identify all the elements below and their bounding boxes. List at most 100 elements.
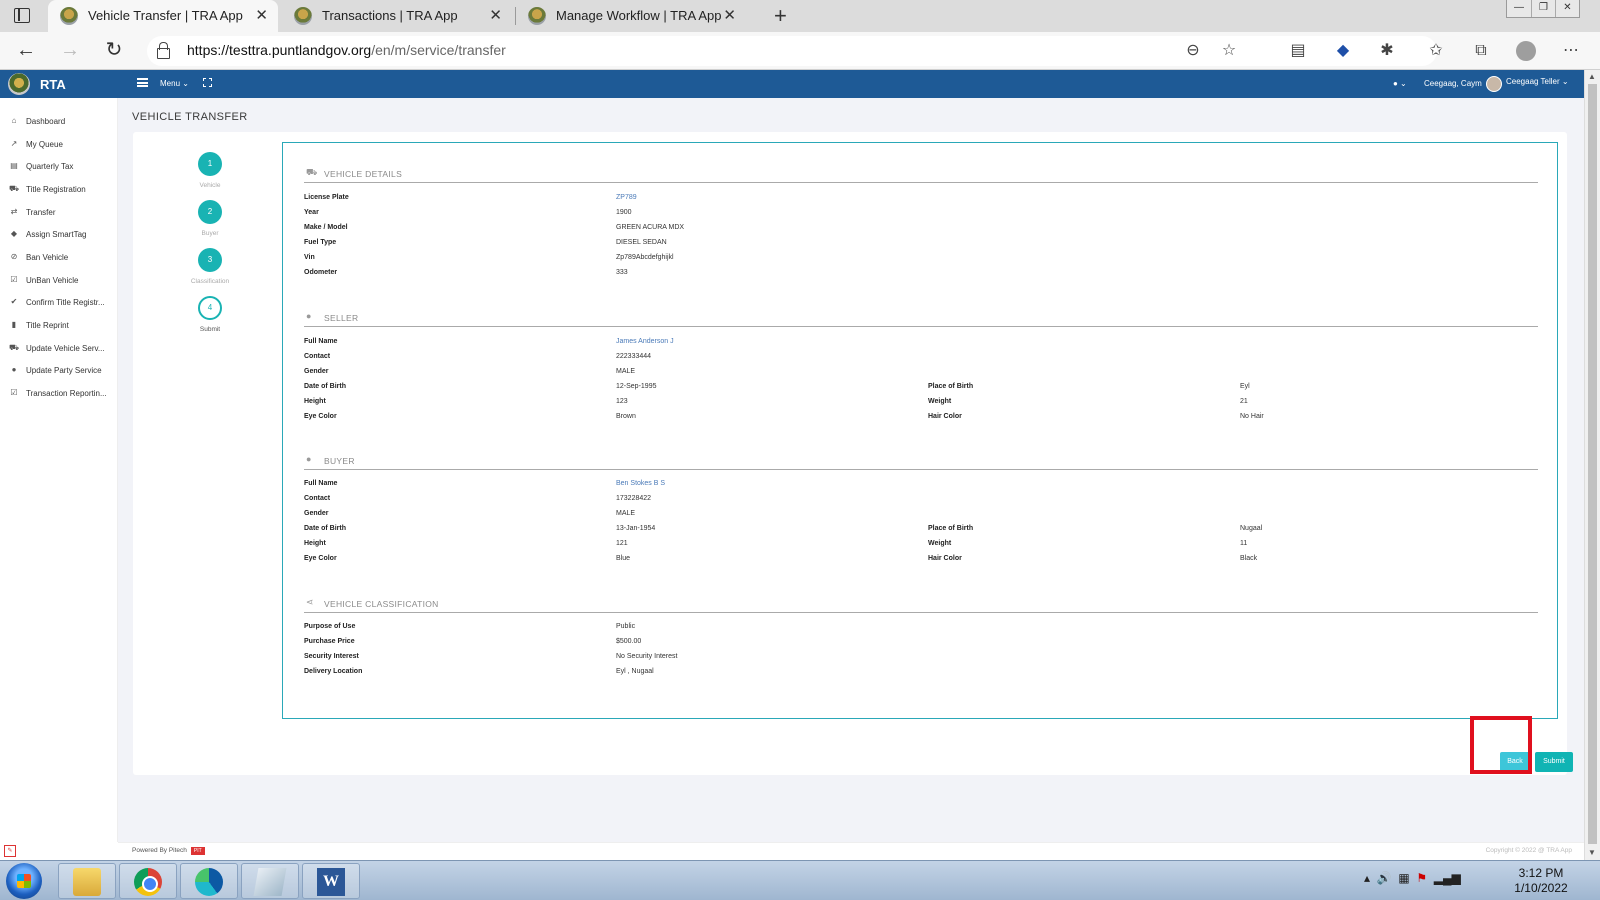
sidebar-item-update-party[interactable]: ● Update Party Service [0, 360, 118, 380]
table-icon: ▤ [10, 161, 18, 170]
buyer-row: Eye Color Blue Hair Color Black [304, 555, 1258, 562]
taskbar-notepad[interactable] [241, 863, 299, 899]
sidebar-item-my-queue[interactable]: ↗ My Queue [0, 134, 118, 154]
sidebar-item-title-reprint[interactable]: ▮ Title Reprint [0, 315, 118, 335]
favicon-icon [294, 7, 312, 25]
tab-vehicle-transfer[interactable]: Vehicle Transfer | TRA App ✕ [48, 0, 278, 32]
car-icon: ⛟ [9, 343, 20, 352]
trend-icon: ↗ [10, 139, 18, 148]
extensions-icon[interactable]: ✱ [1377, 41, 1397, 61]
close-window-icon[interactable]: ✕ [1555, 0, 1579, 17]
zoom-icon[interactable]: ⊖ [1183, 41, 1203, 61]
close-tab-icon[interactable]: ✕ [723, 6, 736, 24]
step-buyer[interactable]: 2 Buyer [195, 200, 225, 237]
user-avatar[interactable] [1486, 76, 1502, 92]
word-icon: W [317, 868, 345, 896]
extension-shield-icon[interactable]: ◆ [1333, 41, 1353, 61]
step-label: Submit [199, 326, 221, 333]
page-scrollbar[interactable]: ▲ ▼ [1584, 70, 1600, 860]
new-tab-icon[interactable]: + [774, 3, 787, 29]
sidebar-item-transaction-reporting[interactable]: ☑ Transaction Reportin... [0, 383, 118, 403]
tab-transactions[interactable]: Transactions | TRA App ✕ [282, 0, 512, 32]
summary-panel: ⛟ VEHICLE DETAILS License Plate ZP789 Yea… [282, 142, 1558, 719]
back-arrow-icon[interactable]: ← [14, 39, 38, 63]
minimize-icon[interactable]: — [1507, 0, 1531, 17]
collections-icon[interactable]: ▤ [1288, 41, 1308, 61]
menu-dropdown[interactable]: Menu ⌄ [160, 79, 189, 88]
taskbar-chrome[interactable] [119, 863, 177, 899]
sidebar-item-quarterly-tax[interactable]: ▤ Quarterly Tax [0, 156, 118, 176]
seller-row: Gender MALE [304, 368, 636, 375]
scroll-thumb[interactable] [1588, 84, 1597, 844]
license-plate-link[interactable]: ZP789 [616, 194, 637, 201]
sidebar-item-unban-vehicle[interactable]: ☑ UnBan Vehicle [0, 270, 118, 290]
tab-collections-icon[interactable]: ⧉ [1471, 41, 1491, 61]
taskbar-explorer[interactable] [58, 863, 116, 899]
reload-icon[interactable]: ↻ [102, 39, 126, 63]
feedback-icon[interactable]: ✎ [4, 845, 16, 857]
fullscreen-icon[interactable] [203, 78, 212, 87]
sidebar-item-dashboard[interactable]: ⌂ Dashboard [0, 111, 118, 131]
chrome-icon [134, 868, 162, 896]
taskbar-word[interactable]: W [302, 863, 360, 899]
sidebar-item-update-vehicle[interactable]: ⛟ Update Vehicle Serv... [0, 338, 118, 358]
scroll-down-icon[interactable]: ▼ [1588, 848, 1596, 857]
taskbar-edge[interactable] [180, 863, 238, 899]
buyer-header: ● BUYER [304, 452, 1538, 470]
start-button[interactable] [6, 863, 42, 899]
vehicle-row: Vin Zp789Abcdefghijkl [304, 254, 674, 261]
teller-dropdown[interactable]: Ceegaag Teller ⌄ [1506, 77, 1569, 86]
lock-icon[interactable] [157, 42, 170, 59]
step-vehicle[interactable]: 1 Vehicle [195, 152, 225, 189]
clock-date: 1/10/2022 [1514, 881, 1568, 895]
vehicle-row: Make / Model GREEN ACURA MDX [304, 224, 685, 231]
step-submit[interactable]: 4 Submit [195, 296, 225, 333]
close-tab-icon[interactable]: ✕ [489, 6, 502, 24]
step-classification[interactable]: 3 Classification [191, 248, 229, 285]
sidebar-item-transfer[interactable]: ⇄ Transfer [0, 202, 118, 222]
restore-icon[interactable]: ❐ [1531, 0, 1555, 17]
sidebar-item-ban-vehicle[interactable]: ⊘ Ban Vehicle [0, 247, 118, 267]
user-dropdown-icon[interactable]: ● ⌄ [1393, 79, 1407, 88]
network-icon[interactable]: ▦ [1398, 871, 1409, 885]
powered-by: Powered By Pitech PIT [132, 847, 205, 855]
tab-title: Manage Workflow | TRA App [556, 8, 722, 23]
action-center-icon[interactable]: ⚑ [1416, 871, 1427, 885]
profile-avatar-icon[interactable] [1516, 41, 1536, 61]
more-options-icon[interactable]: ⋯ [1561, 41, 1581, 61]
ban-icon: ⊘ [10, 252, 18, 261]
sidebar-item-assign-smarttag[interactable]: ◆ Assign SmartTag [0, 224, 118, 244]
app-name[interactable]: RTA [40, 77, 66, 92]
submit-button[interactable]: Submit [1535, 752, 1573, 772]
buyer-row: Date of Birth 13-Jan-1954 Place of Birth Nu… [304, 525, 1263, 532]
seller-row: Full Name James Anderson J [304, 338, 674, 345]
buyer-name-link[interactable]: Ben Stokes B S [616, 480, 665, 487]
step-number: 1 [198, 152, 222, 176]
clock[interactable]: 3:12 PM 1/10/2022 [1500, 866, 1582, 896]
tab-actions-icon[interactable] [14, 8, 30, 23]
hamburger-menu-icon[interactable] [137, 78, 148, 87]
sidebar-item-title-registration[interactable]: ⛟ Title Registration [0, 179, 118, 199]
add-favorite-icon[interactable]: ☆ [1219, 41, 1239, 61]
favicon-icon [60, 7, 78, 25]
tab-title: Transactions | TRA App [322, 8, 458, 23]
url-field[interactable]: https://testtra.puntlandgov.org/en/m/ser… [147, 36, 1437, 66]
car-icon: ⛟ [9, 184, 20, 193]
show-hidden-icons[interactable]: ▴ [1364, 871, 1370, 885]
close-tab-icon[interactable]: ✕ [255, 6, 268, 24]
scroll-up-icon[interactable]: ▲ [1588, 72, 1596, 81]
signal-icon[interactable]: ▂▄▆ [1434, 871, 1461, 885]
sidebar-item-confirm-title[interactable]: ✔ Confirm Title Registr... [0, 292, 118, 312]
classification-row: Purpose of Use Public [304, 623, 636, 630]
step-label: Vehicle [199, 182, 221, 189]
vehicle-details-header: ⛟ VEHICLE DETAILS [304, 165, 1538, 183]
seller-name-link[interactable]: James Anderson J [616, 338, 674, 345]
tab-manage-workflow[interactable]: Manage Workflow | TRA App ✕ [516, 0, 746, 32]
volume-icon[interactable]: 🔊 [1377, 871, 1392, 885]
user-name[interactable]: Ceegaag, Caym [1424, 79, 1482, 88]
transfer-card: 1 Vehicle 2 Buyer 3 Classification 4 Sub… [133, 132, 1573, 775]
favorites-icon[interactable]: ✩ [1426, 41, 1446, 61]
vehicle-row: License Plate ZP789 [304, 194, 637, 201]
forward-arrow-icon[interactable]: → [58, 39, 82, 63]
classification-row: Security Interest No Security Interest [304, 653, 678, 660]
